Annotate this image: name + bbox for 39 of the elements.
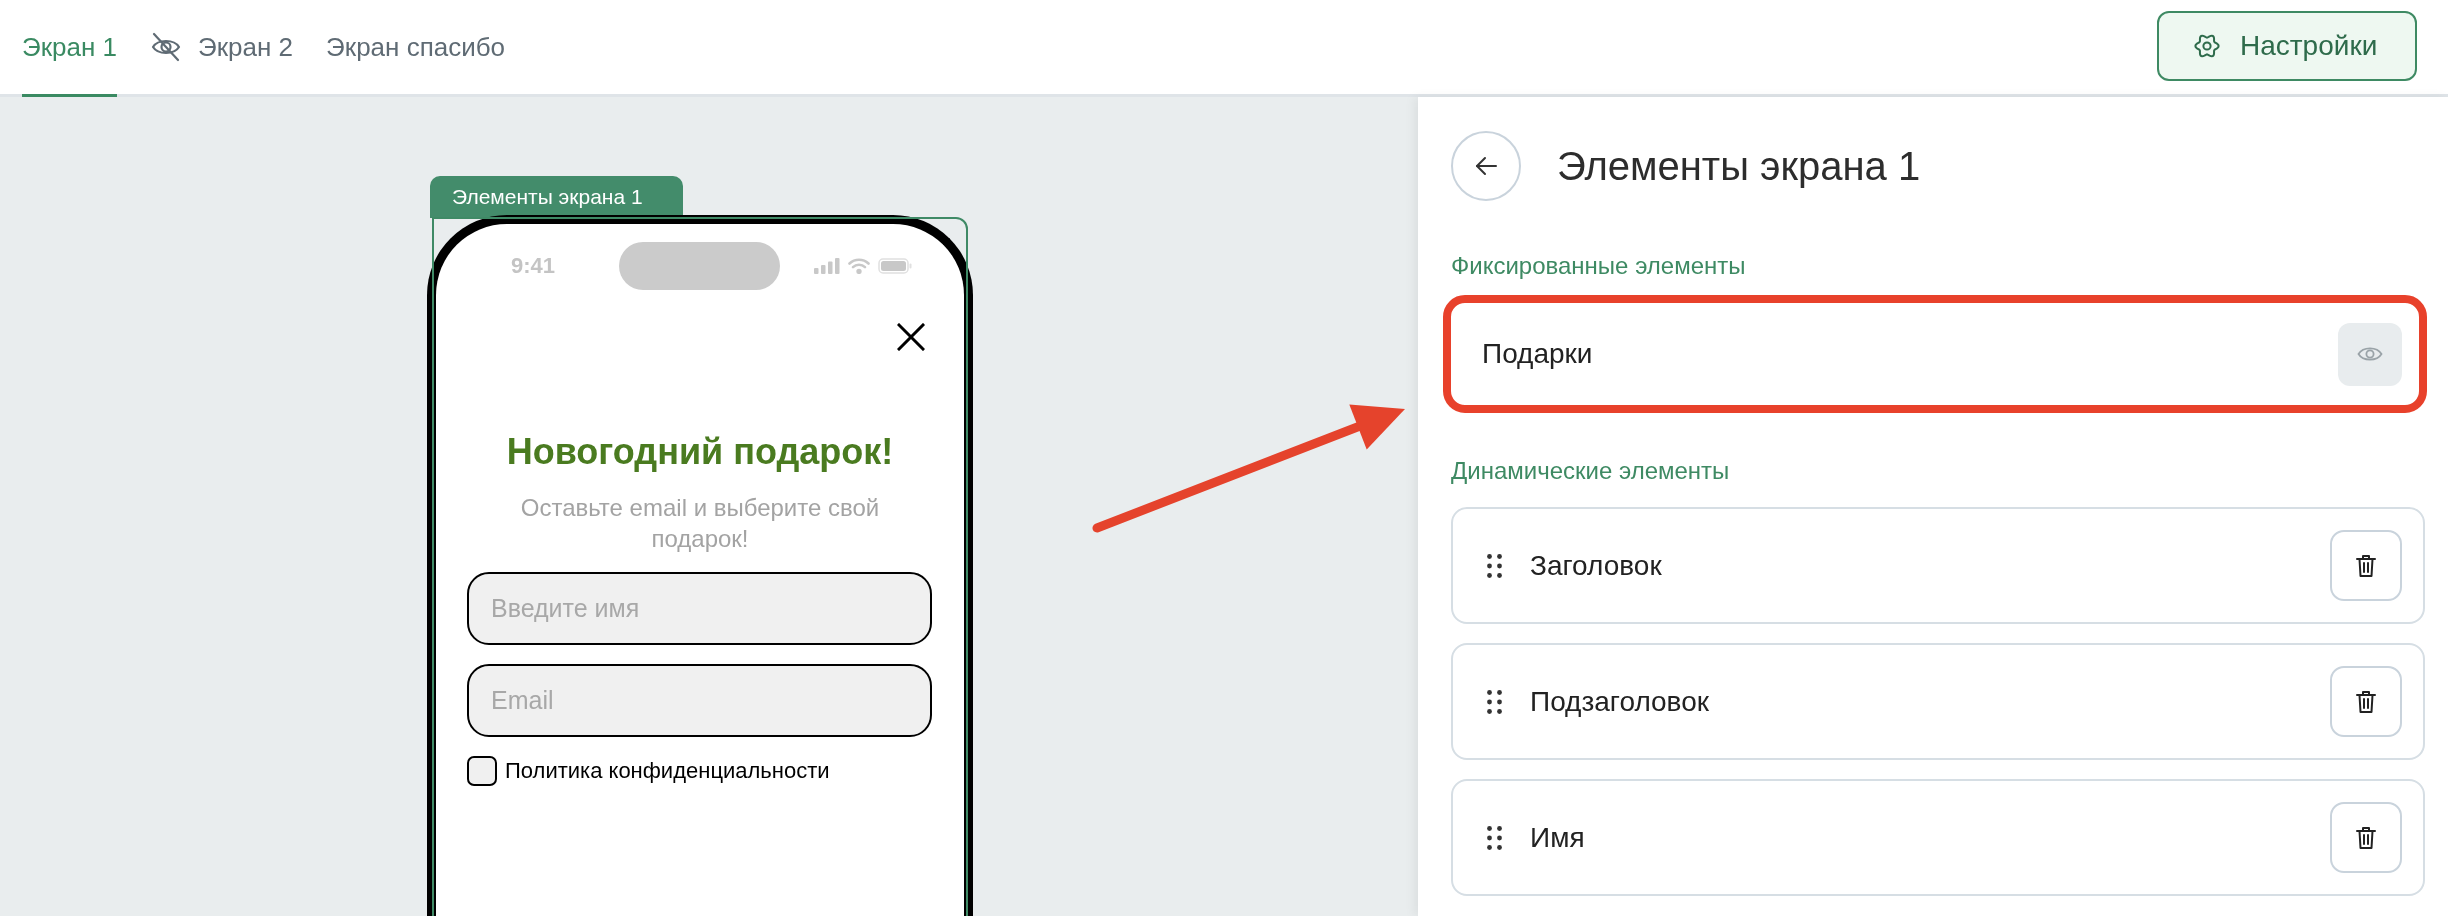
drag-handle-icon[interactable] [1487,553,1502,578]
popup-subtitle: Оставьте email и выберите свой подарок! [519,493,881,554]
drag-handle-icon[interactable] [1487,825,1502,850]
trash-icon [2356,825,2376,850]
input-field[interactable]: Email [467,664,932,737]
wifi-icon [848,258,870,274]
element-name: Подзаголовок [1530,685,1709,718]
element-card[interactable]: Заголовок [1451,507,2425,624]
battery-icon [878,258,912,274]
element-card[interactable]: Подзаголовок [1451,643,2425,760]
element-card[interactable]: Подарки [1443,295,2427,413]
eye-slash-icon [150,32,183,62]
element-name: Заголовок [1530,549,1662,582]
status-time: 9:41 [511,253,557,279]
element-name: Имя [1530,821,1585,854]
element-name: Подарки [1482,338,1593,370]
popup-title: Новогодний подарок! [506,430,894,474]
section-label: Фиксированные элементы [1451,251,1747,281]
element-card[interactable]: Имя [1451,779,2425,896]
panel-title: Элементы экрана 1 [1557,143,1921,189]
delete-button[interactable] [2330,666,2402,737]
trash-icon [2356,689,2376,714]
frame-label: Элементы экрана 1 [430,176,683,218]
signal-icon [814,258,840,274]
delete-button[interactable] [2330,802,2402,873]
close-icon [897,323,925,351]
tab[interactable]: Экран спасибо [326,0,506,97]
checkbox-label: Политика конфиденциальности [505,758,830,784]
back-arrow-icon [1474,156,1498,176]
settings-icon [2194,33,2220,59]
eye-icon [2357,345,2383,363]
settings-button[interactable]: Настройки [2157,11,2417,81]
section-label: Динамические элементы [1451,456,1731,486]
drag-handle-icon[interactable] [1487,689,1502,714]
input-field[interactable]: Введите имя [467,572,932,645]
trash-icon [2356,553,2376,578]
checkbox[interactable] [467,756,497,786]
tab[interactable]: Экран 2 [150,0,294,97]
delete-button[interactable] [2330,530,2402,601]
